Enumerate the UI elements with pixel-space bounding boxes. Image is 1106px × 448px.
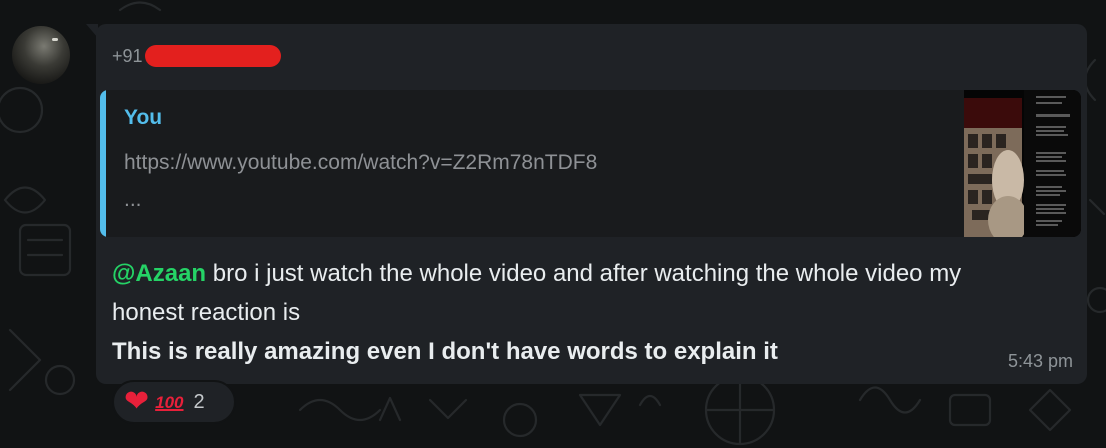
heart-emoji-icon: ❤ [124,385,150,418]
quote-author: You [124,106,163,129]
message-text: @Azaan bro i just watch the whole video … [112,254,1012,371]
message-text-line2: This is really amazing even I don't have… [112,338,778,365]
quoted-message[interactable]: You https://www.youtube.com/watch?v=Z2Rm… [100,90,1081,237]
mention-link[interactable]: @Azaan [112,260,206,287]
hundred-points-emoji-icon: 100 [155,392,184,412]
quote-accent-bar [100,90,106,237]
message-timestamp: 5:43 pm [1007,351,1073,371]
quote-link-text: https://www.youtube.com/watch?v=Z2Rm78nT… [124,151,598,174]
quote-ellipsis: ... [124,188,142,211]
thumbnail-image [964,90,1081,237]
sender-name[interactable]: +91 [112,44,281,68]
sender-phone-prefix: +91 [112,45,143,66]
redacted-phone-number [144,45,281,67]
reaction-count: 2 [193,390,205,413]
avatar-highlight [52,38,58,41]
quote-video-thumbnail [964,90,1081,237]
message-text-line1: bro i just watch the whole video and aft… [112,260,962,326]
sender-avatar[interactable] [12,26,70,84]
reactions-pill[interactable]: ❤ 100 2 [112,380,236,424]
chat-background: +91 You https://www.youtube.com/watch?v=… [0,0,1106,448]
